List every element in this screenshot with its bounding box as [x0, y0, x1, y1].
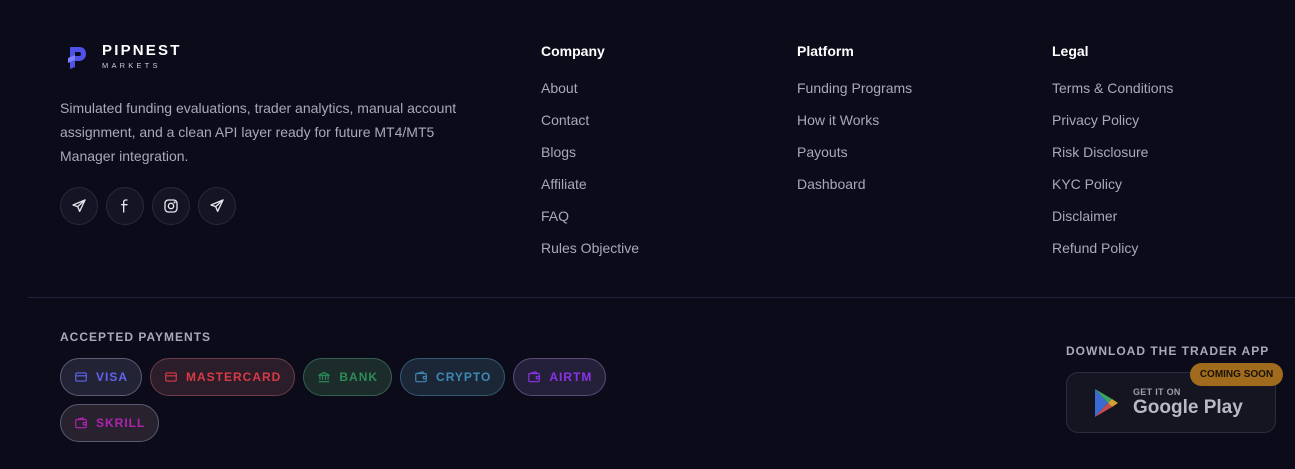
payments-title: ACCEPTED PAYMENTS [60, 330, 212, 344]
card-icon [165, 372, 177, 382]
payment-label: AIRTM [549, 370, 593, 384]
pipnest-logo-icon [68, 46, 86, 69]
footer-link-blogs[interactable]: Blogs [541, 142, 639, 174]
payment-badges: VISA MASTERCARD BANK CRYPTO AIRTM SKRILL [60, 358, 620, 442]
footer-link-refund-policy[interactable]: Refund Policy [1052, 238, 1173, 270]
payment-badge-visa: VISA [60, 358, 143, 396]
payment-badge-airtm: AIRTM [513, 358, 607, 396]
instagram-icon [164, 199, 178, 213]
payment-label: CRYPTO [436, 370, 492, 384]
payment-label: VISA [96, 370, 129, 384]
google-play-icon [1095, 388, 1118, 417]
wallet-icon [75, 417, 87, 429]
footer-link-contact[interactable]: Contact [541, 110, 639, 142]
footer-link-kyc-policy[interactable]: KYC Policy [1052, 174, 1173, 206]
payment-label: MASTERCARD [186, 370, 282, 384]
footer-link-risk-disclosure[interactable]: Risk Disclosure [1052, 142, 1173, 174]
brand-subtitle: MARKETS [102, 61, 161, 70]
column-title-platform: Platform [797, 43, 854, 59]
footer-link-payouts[interactable]: Payouts [797, 142, 912, 174]
footer-column-legal: Legal Terms & Conditions Privacy Policy … [1052, 42, 1173, 270]
card-icon [75, 372, 87, 382]
store-small-text: GET IT ON [1133, 386, 1181, 397]
footer-divider [28, 297, 1295, 298]
footer-column-company: Company About Contact Blogs Affiliate FA… [541, 42, 639, 270]
payment-badge-skrill: SKRILL [60, 404, 160, 442]
bank-icon [318, 371, 331, 383]
download-app-title: DOWNLOAD THE TRADER APP [1066, 344, 1270, 358]
footer-link-how-it-works[interactable]: How it Works [797, 110, 912, 142]
facebook-icon [121, 199, 128, 213]
brand-logo[interactable]: PIPNEST MARKETS [66, 43, 182, 70]
footer-link-dashboard[interactable]: Dashboard [797, 174, 912, 206]
wallet-icon [415, 371, 427, 383]
payment-badge-mastercard: MASTERCARD [150, 358, 296, 396]
footer-link-faq[interactable]: FAQ [541, 206, 639, 238]
social-links [60, 187, 236, 225]
footer-link-affiliate[interactable]: Affiliate [541, 174, 639, 206]
telegram-icon [210, 199, 224, 212]
footer-link-funding-programs[interactable]: Funding Programs [797, 78, 912, 110]
about-text: Simulated funding evaluations, trader an… [60, 100, 457, 164]
facebook-link[interactable] [106, 187, 144, 225]
payment-label: SKRILL [96, 416, 146, 430]
instagram-link[interactable] [152, 187, 190, 225]
payment-badge-bank: BANK [303, 358, 393, 396]
footer-link-rules-objective[interactable]: Rules Objective [541, 238, 639, 270]
footer-link-about[interactable]: About [541, 78, 639, 110]
payment-badge-crypto: CRYPTO [400, 358, 506, 396]
payment-label: BANK [339, 370, 379, 384]
telegram-link[interactable] [60, 187, 98, 225]
telegram-link-2[interactable] [198, 187, 236, 225]
wallet-icon [528, 371, 541, 383]
footer-link-privacy-policy[interactable]: Privacy Policy [1052, 110, 1173, 142]
brand-name: PIPNEST [102, 42, 182, 59]
telegram-icon [72, 199, 86, 212]
column-title-company: Company [541, 43, 605, 59]
footer-link-disclaimer[interactable]: Disclaimer [1052, 206, 1173, 238]
footer-link-terms[interactable]: Terms & Conditions [1052, 78, 1173, 110]
column-title-legal: Legal [1052, 43, 1089, 59]
store-name: Google Play [1133, 396, 1243, 418]
coming-soon-badge: COMING SOON [1190, 363, 1283, 386]
footer-column-platform: Platform Funding Programs How it Works P… [797, 42, 912, 206]
